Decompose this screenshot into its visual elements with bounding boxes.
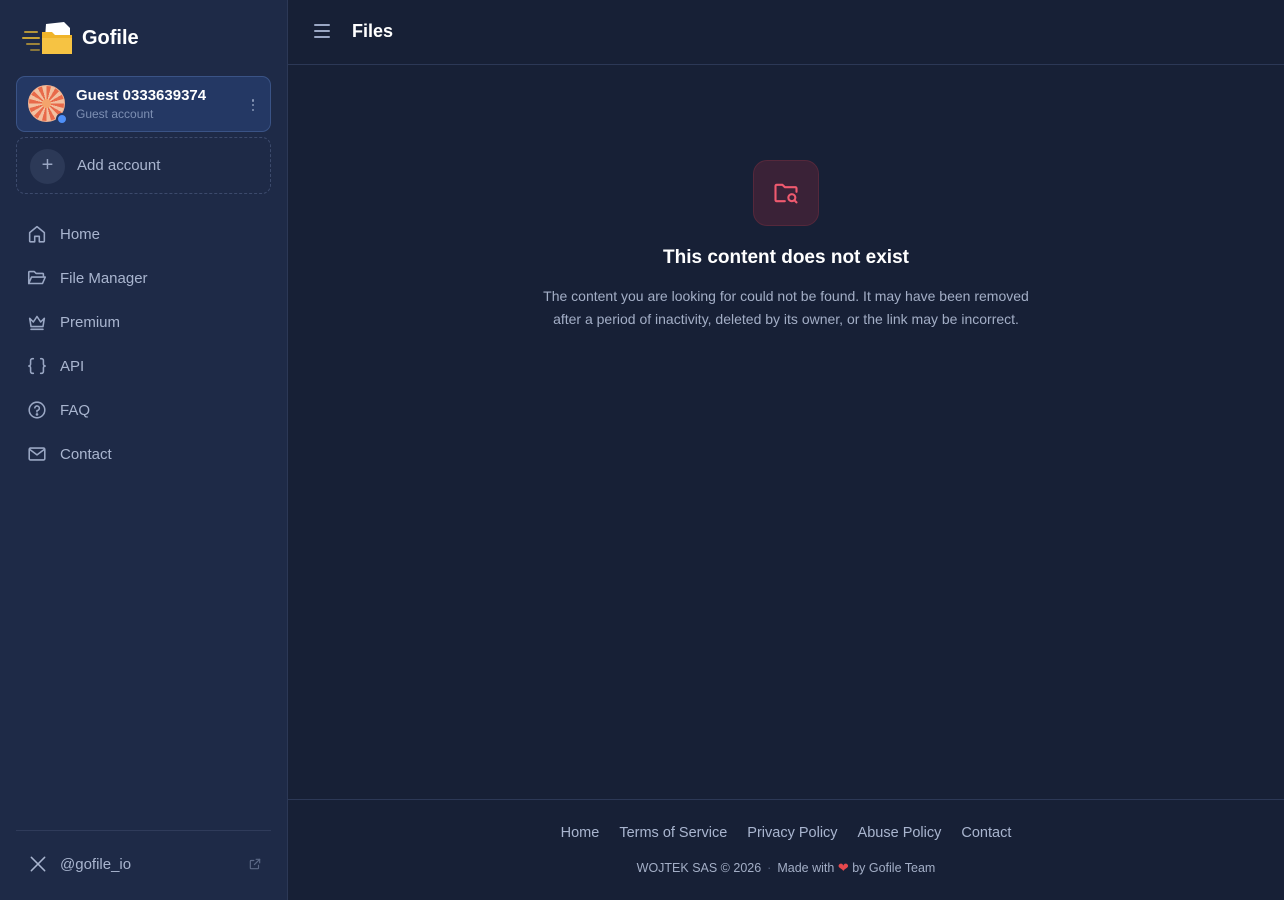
folder-search-icon <box>774 183 798 204</box>
made-with-suffix: by Gofile Team <box>852 861 936 875</box>
account-name: Guest 0333639374 <box>76 87 207 104</box>
brand[interactable]: Gofile <box>22 18 139 58</box>
sidebar-item-label: Home <box>60 225 101 243</box>
more-vertical-icon[interactable] <box>250 96 256 114</box>
copyright-text: WOJTEK SAS © 2026 <box>636 861 762 875</box>
sidebar-item-faq[interactable]: FAQ <box>26 398 90 422</box>
mail-icon <box>28 447 46 461</box>
empty-state-title: This content does not exist <box>663 247 909 268</box>
sidebar-item-premium[interactable]: Premium <box>26 310 120 334</box>
add-account-button[interactable]: + Add account <box>16 137 271 194</box>
sidebar-item-label: Contact <box>60 445 112 463</box>
menu-toggle-icon[interactable] <box>314 24 330 38</box>
empty-state-description: The content you are looking for could no… <box>543 288 1029 327</box>
folder-open-icon <box>27 270 47 285</box>
sidebar-item-label: File Manager <box>60 269 148 287</box>
footer-link-privacy[interactable]: Privacy Policy <box>747 825 837 841</box>
sidebar-item-file-manager[interactable]: File Manager <box>26 266 148 290</box>
sidebar-item-api[interactable]: API <box>26 354 84 378</box>
footer-separator: · <box>767 861 772 875</box>
braces-icon <box>27 357 47 375</box>
account-type: Guest account <box>76 107 154 121</box>
sidebar-item-label: FAQ <box>60 401 91 419</box>
question-circle-icon <box>28 401 46 419</box>
footer-meta: WOJTEK SAS © 2026 · Made with ❤ by Gofile … <box>288 860 1284 876</box>
add-account-label: Add account <box>77 157 161 174</box>
empty-state-icon-box <box>753 160 819 226</box>
page-title: Files <box>352 21 394 41</box>
sidebar: Gofile Guest 0333639374 Guest account + … <box>0 0 288 900</box>
external-link-icon <box>249 858 261 870</box>
sidebar-item-home[interactable]: Home <box>26 222 100 246</box>
top-header: Files <box>288 0 1284 65</box>
footer-link-home[interactable]: Home <box>561 825 600 841</box>
crown-icon <box>28 315 46 331</box>
brand-name: Gofile <box>82 26 139 49</box>
sidebar-item-label: API <box>60 357 85 375</box>
footer-link-contact[interactable]: Contact <box>961 825 1011 841</box>
made-with-prefix: Made with <box>777 861 835 875</box>
x-logo-icon <box>30 856 46 872</box>
footer: Home Terms of Service Privacy Policy Abu… <box>288 799 1284 900</box>
account-card[interactable]: Guest 0333639374 Guest account <box>16 76 271 132</box>
gofile-logo-icon <box>22 18 74 58</box>
footer-link-terms[interactable]: Terms of Service <box>619 825 727 841</box>
sidebar-divider <box>16 830 271 831</box>
social-link-x[interactable]: @gofile_io <box>28 852 262 876</box>
footer-links: Home Terms of Service Privacy Policy Abu… <box>288 825 1284 841</box>
heart-icon: ❤ <box>837 860 849 875</box>
sidebar-item-label: Premium <box>60 313 121 331</box>
footer-link-abuse[interactable]: Abuse Policy <box>858 825 942 841</box>
home-icon <box>28 225 46 243</box>
social-handle: @gofile_io <box>60 855 132 873</box>
sidebar-item-contact[interactable]: Contact <box>26 442 112 466</box>
online-status-dot <box>56 113 68 125</box>
plus-icon: + <box>30 149 65 184</box>
